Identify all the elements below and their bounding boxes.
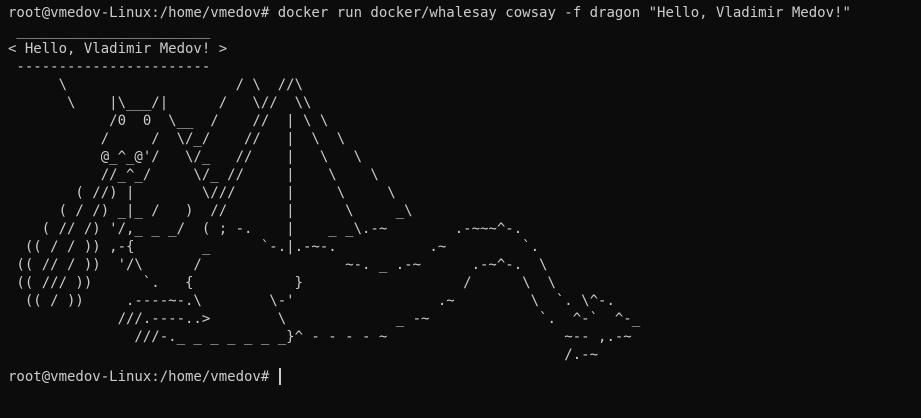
terminal-window[interactable]: root@vmedov-Linux:/home/vmedov# docker r… [0,0,921,418]
command-line: root@vmedov-Linux:/home/vmedov# docker r… [8,5,851,21]
output-line: / / \/_/ // | \ \ [8,131,346,147]
output-line: \ |\___/| / \// \\ [8,95,312,111]
output-line: (( // / )) '/\ / ~-. _ .-~ .-~^-. \ [8,257,548,273]
command-output: _______________________ < Hello, Vladimir… [8,22,921,364]
output-line: (( / / )) ,-{ _ `-.|.-~-. .~ `. [8,239,540,255]
output-line: (( / )) .----~-.\ \-' .~ \ `. \^-. [8,293,615,309]
output-line: @_^_@'/ \/_ // | \ \ [8,149,363,165]
output-line: \ / \ //\ [8,77,304,93]
output-line: ( / /) _|_ / ) // | \ _\ [8,203,413,219]
output-line: /0 0 \__ / // | \ \ [8,113,329,129]
output-line: < Hello, Vladimir Medov! > [8,41,228,57]
output-line: _______________________ [8,23,211,39]
output-line: ///.----..> \ _ -~ `. ^-` ^-_ [8,311,641,327]
output-line: ( // /) '/,_ _ _/ ( ; -. | _ _\.-~ .-~~~… [8,221,523,237]
text-cursor [278,368,281,385]
output-line: (( /// )) `. { } / \ \ [8,275,556,291]
output-line: ( //) | \/// | \ \ [8,185,396,201]
active-prompt-line[interactable]: root@vmedov-Linux:/home/vmedov# [8,368,921,386]
output-line: //_^_/ \/_ // | \ \ [8,167,379,183]
prompt-text: root@vmedov-Linux:/home/vmedov# [8,369,278,385]
output-line: ----------------------- [8,59,211,75]
output-line: ///-._ _ _ _ _ _ _}^ - - - - ~ ~-- ,.-~ [8,329,632,345]
output-line: /.-~ [8,347,599,363]
